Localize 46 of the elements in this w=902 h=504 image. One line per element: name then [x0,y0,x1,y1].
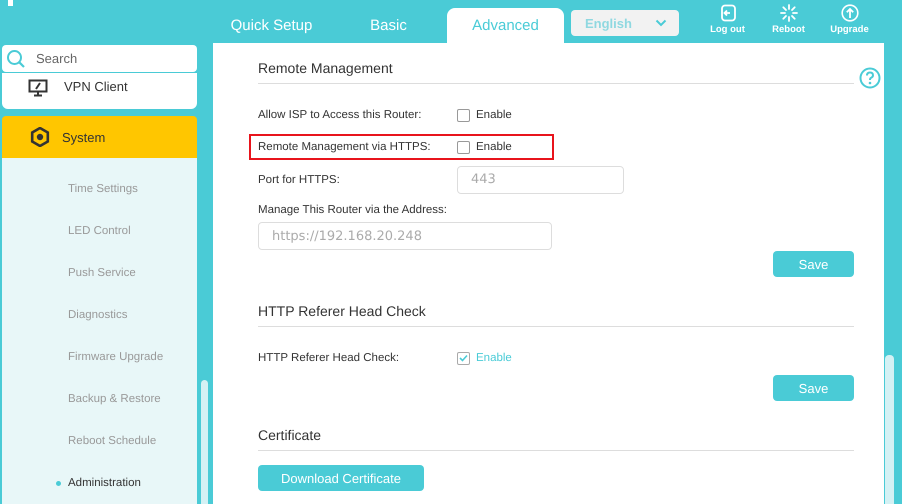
submenu-item[interactable]: LED Control [2,210,197,252]
input-field[interactable]: 443 [457,166,624,194]
logout-icon [718,4,736,22]
nav-tab[interactable]: Advanced [447,8,564,43]
nav-tab[interactable]: Basic [330,8,447,43]
chevron-down-icon [655,19,667,27]
submenu-item[interactable]: Diagnostics [2,294,197,336]
field-label: Manage This Router via the Address: [258,204,448,216]
submenu-item[interactable]: Push Service [2,252,197,294]
field-label: Allow ISP to Access this Router: [258,109,422,121]
section-title: HTTP Referer Head Check [258,302,854,327]
scrollbar-thumb[interactable] [201,380,208,504]
monitor-icon [28,79,48,97]
input-field[interactable]: https://192.168.20.248 [258,222,552,250]
section-title: Certificate [258,426,854,451]
sidebar-item[interactable]: System [2,116,197,158]
checkbox[interactable] [457,108,470,122]
checkbox-label[interactable]: Enable [476,352,512,364]
sidebar-item[interactable]: VPN Client [2,73,197,110]
checkbox[interactable] [457,352,470,364]
reboot-button[interactable]: Reboot [758,0,819,43]
search-field[interactable]: Search [2,45,197,72]
upload-icon [840,4,858,22]
save-button[interactable]: Save [773,375,854,401]
scrollbar-thumb[interactable] [885,355,894,504]
submenu-item[interactable]: Administration [2,462,197,504]
gear-icon [30,127,50,148]
checkbox-label[interactable]: Enable [476,141,512,153]
field-label: HTTP Referer Head Check: [258,352,400,364]
spinner-icon [780,4,798,22]
field-label: Remote Management via HTTPS: [258,141,432,153]
nav-tab[interactable]: Quick Setup [213,8,330,43]
section-title: Remote Management [258,59,854,84]
help-icon[interactable] [859,67,881,89]
upgrade-button[interactable]: Upgrade [819,0,880,43]
submenu-item[interactable]: Time Settings [2,168,197,210]
download-button[interactable]: Download Certificate [258,465,424,491]
submenu-item[interactable]: Reboot Schedule [2,420,197,462]
save-button[interactable]: Save [773,251,854,277]
checkbox-label[interactable]: Enable [476,109,512,121]
field-label: Port for HTTPS: [258,174,341,186]
logout-button[interactable]: Log out [697,0,758,43]
submenu-item[interactable]: Backup & Restore [2,378,197,420]
checkbox[interactable] [457,140,470,154]
language-select[interactable]: English [571,10,679,36]
submenu-item[interactable]: Firmware Upgrade [2,336,197,378]
